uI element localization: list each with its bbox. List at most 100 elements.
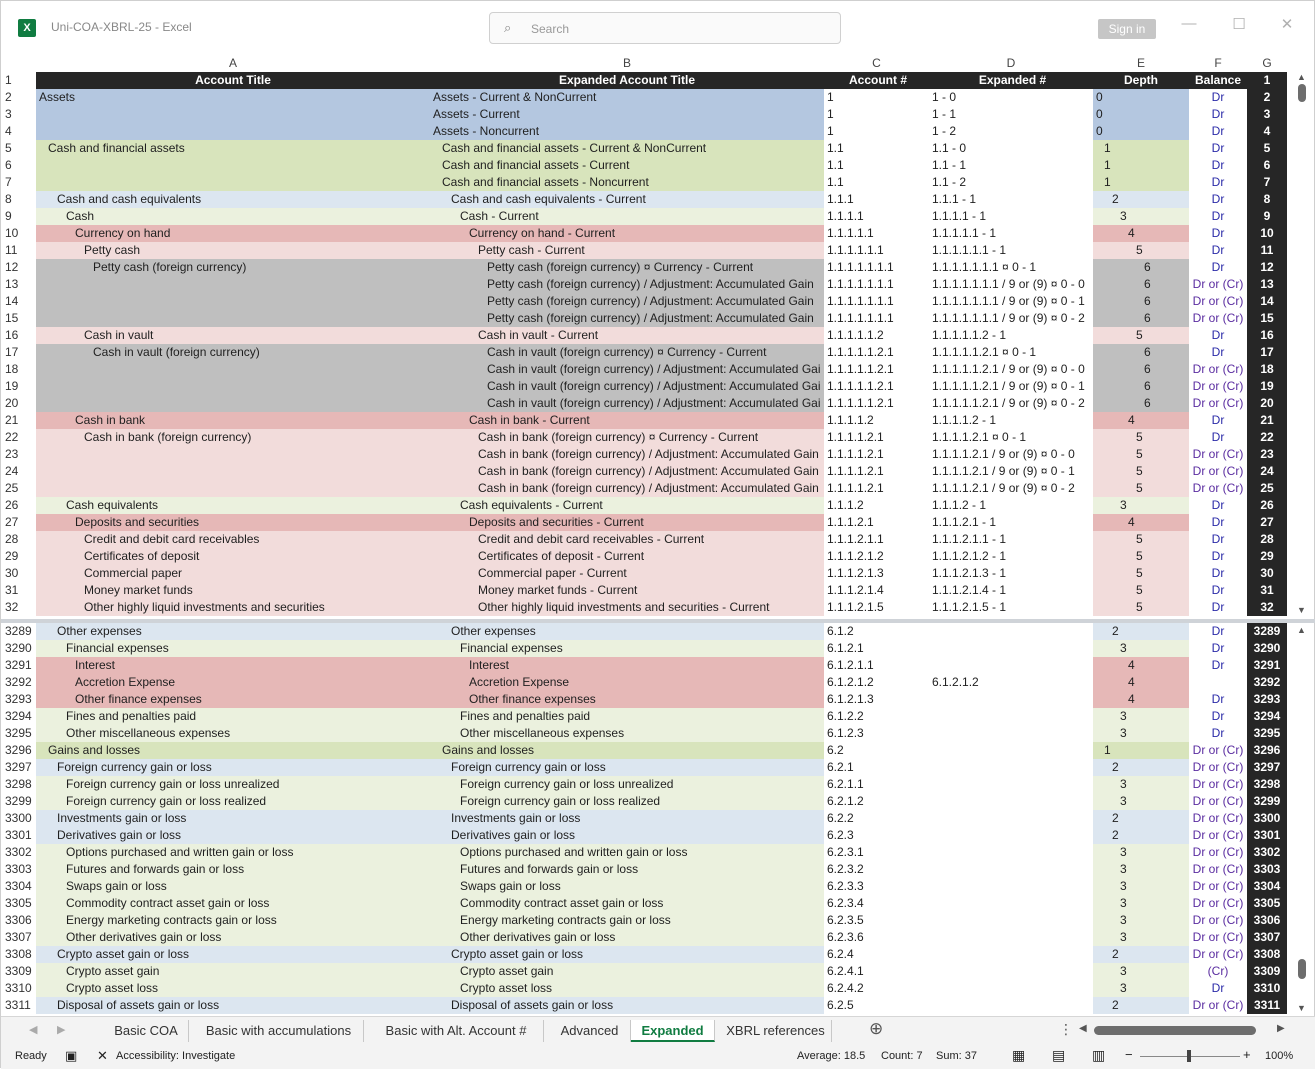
cell-depth[interactable]: 3 xyxy=(1093,963,1189,980)
cell-balance[interactable]: Dr or (Cr) xyxy=(1189,878,1247,895)
header-g[interactable]: 1 xyxy=(1247,72,1287,89)
cell-depth[interactable]: 3 xyxy=(1093,929,1189,946)
row-number[interactable]: 28 xyxy=(1,531,36,548)
cell-account-number[interactable]: 1.1.1.1 xyxy=(824,208,929,225)
cell-balance[interactable]: Dr xyxy=(1189,497,1247,514)
cell-account-number[interactable]: 1.1.1.1.1.1.1 xyxy=(824,310,929,327)
cell-balance[interactable]: Dr or (Cr) xyxy=(1189,827,1247,844)
cell-account-title[interactable] xyxy=(36,480,430,497)
cell-row-index[interactable]: 3291 xyxy=(1247,657,1287,674)
cell-depth[interactable]: 3 xyxy=(1093,793,1189,810)
cell-expanded-number[interactable]: 1.1.1.2.1.1 - 1 xyxy=(929,531,1093,548)
cell-expanded-number[interactable] xyxy=(929,895,1093,912)
cell-row-index[interactable]: 2 xyxy=(1247,89,1287,106)
cell-depth[interactable]: 6 xyxy=(1093,361,1189,378)
cell-expanded-account-title[interactable]: Currency on hand - Current xyxy=(430,225,824,242)
cell-balance[interactable]: Dr or (Cr) xyxy=(1189,929,1247,946)
cell-depth[interactable]: 5 xyxy=(1093,531,1189,548)
cell-account-number[interactable]: 1.1.1.1.1.1.1 xyxy=(824,276,929,293)
cell-balance[interactable]: Dr xyxy=(1189,548,1247,565)
cell-balance[interactable]: Dr xyxy=(1189,565,1247,582)
cell-row-index[interactable]: 26 xyxy=(1247,497,1287,514)
cell-account-number[interactable]: 6.1.2 xyxy=(824,623,929,640)
cell-expanded-number[interactable]: 1.1.1.1.1.2.1 / 9 or (9) ¤ 0 - 0 xyxy=(929,361,1093,378)
cell-balance[interactable]: Dr or (Cr) xyxy=(1189,395,1247,412)
row-number[interactable]: 3 xyxy=(1,106,36,123)
cell-row-index[interactable]: 25 xyxy=(1247,480,1287,497)
column-header-g[interactable]: G xyxy=(1247,55,1287,71)
cell-account-title[interactable]: Credit and debit card receivables xyxy=(36,531,430,548)
cell-account-number[interactable]: 1.1 xyxy=(824,157,929,174)
cell-depth[interactable]: 3 xyxy=(1093,208,1189,225)
cell-row-index[interactable]: 3301 xyxy=(1247,827,1287,844)
row-number[interactable]: 29 xyxy=(1,548,36,565)
cell-account-number[interactable]: 1 xyxy=(824,106,929,123)
cell-account-title[interactable]: Swaps gain or loss xyxy=(36,878,430,895)
cell-account-number[interactable]: 1.1.1.1.2.1 xyxy=(824,446,929,463)
header-expanded-account-title[interactable]: Expanded Account Title xyxy=(430,72,824,89)
cell-row-index[interactable]: 31 xyxy=(1247,582,1287,599)
cell-balance[interactable]: Dr or (Cr) xyxy=(1189,997,1247,1014)
cell-expanded-account-title[interactable]: Commodity contract asset gain or loss xyxy=(430,895,824,912)
cell-account-title[interactable]: Cash and financial assets xyxy=(36,140,430,157)
cell-row-index[interactable]: 29 xyxy=(1247,548,1287,565)
cell-expanded-account-title[interactable]: Other miscellaneous expenses xyxy=(430,725,824,742)
more-options-icon[interactable]: ⋮ xyxy=(1059,1021,1073,1038)
cell-depth[interactable]: 6 xyxy=(1093,293,1189,310)
scroll-up-icon[interactable]: ▲ xyxy=(1297,625,1306,635)
cell-account-number[interactable]: 6.2.3.3 xyxy=(824,878,929,895)
tab-scroll-left-icon[interactable]: ◀ xyxy=(29,1023,37,1036)
cell-account-number[interactable]: 1.1.1.2.1.5 xyxy=(824,599,929,616)
cell-depth[interactable]: 6 xyxy=(1093,276,1189,293)
row-number[interactable]: 25 xyxy=(1,480,36,497)
cell-row-index[interactable]: 18 xyxy=(1247,361,1287,378)
cell-account-number[interactable]: 6.2.1 xyxy=(824,759,929,776)
cell-depth[interactable]: 2 xyxy=(1093,997,1189,1014)
cell-depth[interactable]: 5 xyxy=(1093,463,1189,480)
cell-expanded-number[interactable] xyxy=(929,980,1093,997)
cell-row-index[interactable]: 3299 xyxy=(1247,793,1287,810)
cell-row-index[interactable]: 8 xyxy=(1247,191,1287,208)
cell-account-title[interactable]: Cash xyxy=(36,208,430,225)
cell-account-title[interactable]: Crypto asset gain xyxy=(36,963,430,980)
scroll-up-icon[interactable]: ▲ xyxy=(1297,72,1306,82)
cell-expanded-number[interactable]: 1 - 2 xyxy=(929,123,1093,140)
cell-account-number[interactable]: 6.2 xyxy=(824,742,929,759)
hscroll-right-icon[interactable]: ▶ xyxy=(1277,1023,1285,1034)
cell-expanded-account-title[interactable]: Certificates of deposit - Current xyxy=(430,548,824,565)
zoom-slider-thumb[interactable] xyxy=(1187,1050,1191,1062)
cell-account-number[interactable]: 1.1.1.1.1.2.1 xyxy=(824,378,929,395)
cell-depth[interactable]: 5 xyxy=(1093,242,1189,259)
cell-expanded-number[interactable]: 1.1.1.1.2.1 / 9 or (9) ¤ 0 - 1 xyxy=(929,463,1093,480)
vertical-scrollbar-bottom[interactable]: ▲ ▼ xyxy=(1291,623,1314,1015)
cell-row-index[interactable]: 19 xyxy=(1247,378,1287,395)
cell-depth[interactable]: 4 xyxy=(1093,674,1189,691)
cell-expanded-account-title[interactable]: Foreign currency gain or loss realized xyxy=(430,793,824,810)
column-header-f[interactable]: F xyxy=(1189,55,1247,71)
cell-expanded-number[interactable] xyxy=(929,912,1093,929)
cell-depth[interactable]: 3 xyxy=(1093,776,1189,793)
row-number[interactable]: 15 xyxy=(1,310,36,327)
cell-account-title[interactable]: Financial expenses xyxy=(36,640,430,657)
cell-depth[interactable]: 4 xyxy=(1093,691,1189,708)
scroll-down-icon[interactable]: ▼ xyxy=(1297,605,1306,615)
cell-row-index[interactable]: 3307 xyxy=(1247,929,1287,946)
cell-account-title[interactable]: Accretion Expense xyxy=(36,674,430,691)
row-number[interactable]: 3295 xyxy=(1,725,36,742)
cell-row-index[interactable]: 7 xyxy=(1247,174,1287,191)
header-expanded-number[interactable]: Expanded # xyxy=(929,72,1093,89)
cell-row-index[interactable]: 3300 xyxy=(1247,810,1287,827)
cell-account-number[interactable]: 6.2.3.6 xyxy=(824,929,929,946)
cell-account-number[interactable]: 6.2.4 xyxy=(824,946,929,963)
cell-expanded-number[interactable]: 1.1 - 1 xyxy=(929,157,1093,174)
cell-account-number[interactable]: 1.1.1.2 xyxy=(824,497,929,514)
row-number[interactable]: 30 xyxy=(1,565,36,582)
cell-account-title[interactable]: Cash in vault (foreign currency) xyxy=(36,344,430,361)
cell-balance[interactable]: Dr or (Cr) xyxy=(1189,895,1247,912)
row-number[interactable]: 21 xyxy=(1,412,36,429)
tab-scroll-right-icon[interactable]: ▶ xyxy=(57,1023,65,1036)
cell-expanded-account-title[interactable]: Money market funds - Current xyxy=(430,582,824,599)
cell-account-number[interactable]: 6.2.3.4 xyxy=(824,895,929,912)
cell-balance[interactable]: Dr xyxy=(1189,140,1247,157)
row-number[interactable]: 23 xyxy=(1,446,36,463)
